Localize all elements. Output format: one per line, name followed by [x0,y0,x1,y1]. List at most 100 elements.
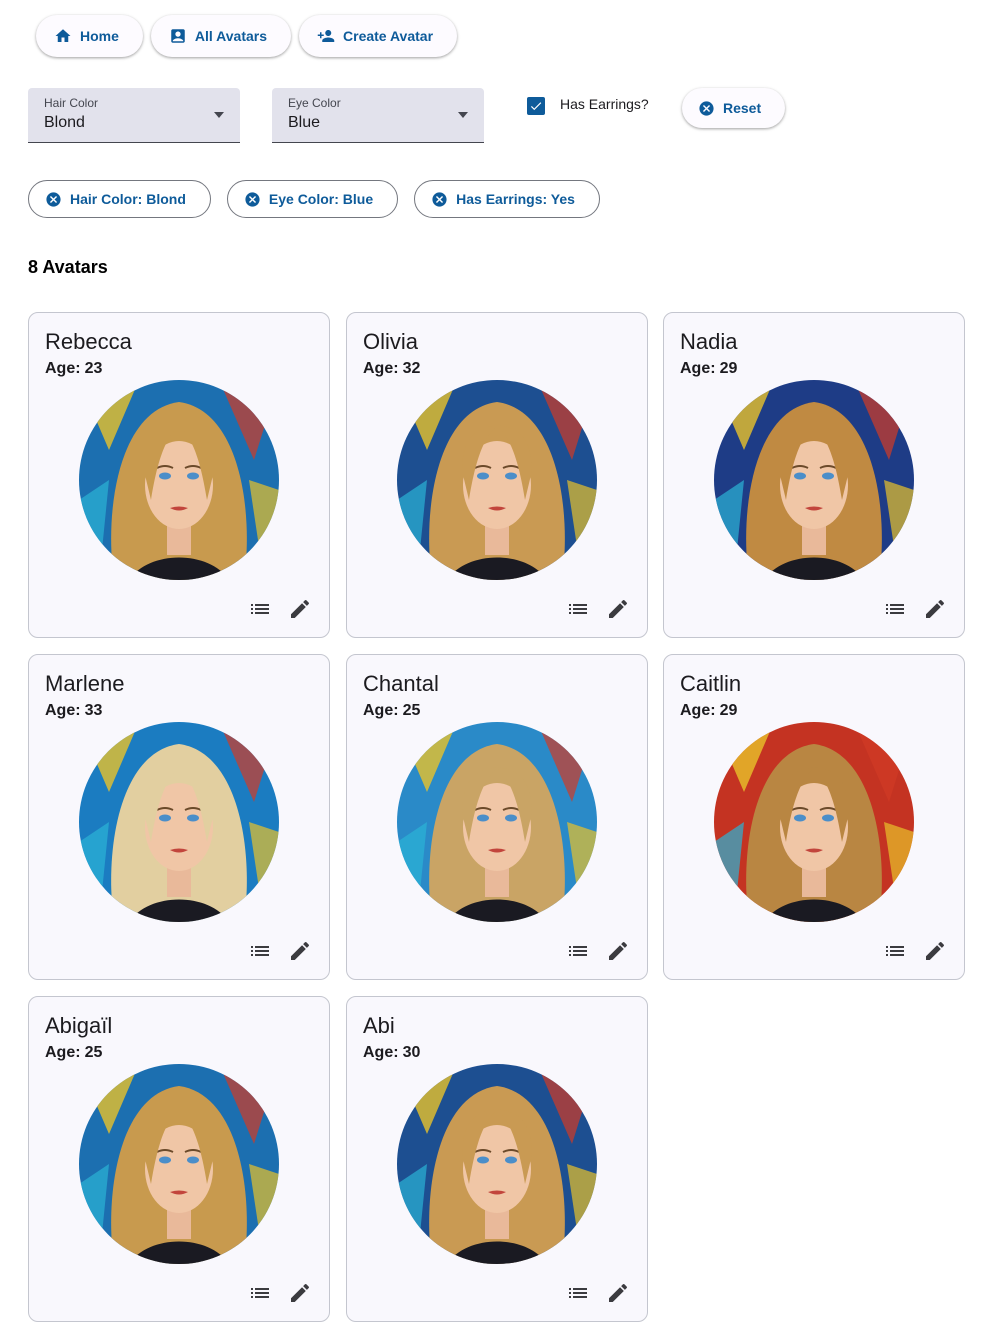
avatar-age: Age: 30 [363,1044,420,1062]
create-avatar-button[interactable]: Create Avatar [299,15,458,57]
avatar-card: Olivia Age: 32 [346,312,648,638]
details-list-icon[interactable] [566,1281,590,1305]
avatar-name: Abi [363,1013,395,1038]
edit-pencil-icon[interactable] [606,597,630,621]
avatar-card: Abi Age: 30 [346,996,648,1322]
age-prefix: Age: [45,702,81,719]
reset-button-label: Reset [723,100,762,116]
home-button[interactable]: Home [36,15,143,57]
age-value: 29 [719,702,738,719]
edit-pencil-icon[interactable] [606,1281,630,1305]
avatar-card: Marlene Age: 33 [28,654,330,980]
avatar-age: Age: 32 [363,360,420,378]
age-prefix: Age: [363,1044,399,1061]
details-list-icon[interactable] [248,939,272,963]
age-value: 23 [84,360,103,377]
has-earrings-checkbox[interactable] [527,97,545,115]
details-list-icon[interactable] [566,939,590,963]
avatar-age: Age: 29 [680,702,737,720]
hair-color-value: Blond [44,114,85,131]
avatar-age: Age: 25 [45,1044,102,1062]
eye-color-value: Blue [288,114,321,131]
avatar-image [397,1064,597,1264]
cancel-icon[interactable] [431,191,448,208]
avatar-image [714,380,914,580]
details-list-icon[interactable] [248,1281,272,1305]
avatar-image [714,722,914,922]
home-button-label: Home [80,28,119,44]
avatar-image [79,722,279,922]
chip-label: Eye Color: Blue [268,191,374,207]
eye-color-select[interactable]: Eye Color Blue [272,88,484,143]
avatar-age: Age: 29 [680,360,737,378]
chip-has-earrings[interactable]: Has Earrings: Yes [414,180,600,218]
details-list-icon[interactable] [248,597,272,621]
avatar-age: Age: 33 [45,702,102,720]
edit-pencil-icon[interactable] [288,1281,312,1305]
avatar-name: Rebecca [45,329,132,354]
avatar-age: Age: 25 [363,702,420,720]
chip-label: Hair Color: Blond [70,191,186,207]
edit-pencil-icon[interactable] [288,939,312,963]
edit-pencil-icon[interactable] [606,939,630,963]
person-card-icon [171,29,185,43]
details-list-icon[interactable] [566,597,590,621]
age-value: 32 [402,360,421,377]
age-value: 25 [402,702,421,719]
avatar-name: Marlene [45,671,125,696]
details-list-icon[interactable] [883,939,907,963]
avatar-image [397,380,597,580]
age-prefix: Age: [45,1044,81,1061]
age-value: 25 [84,1044,103,1061]
hair-color-label: Hair Color [44,96,99,110]
avatar-name: Abigaïl [45,1013,113,1038]
home-icon [55,29,71,42]
age-prefix: Age: [680,360,716,377]
cancel-icon [699,100,714,116]
all-avatars-button-label: All Avatars [194,28,268,44]
chip-hair-color[interactable]: Hair Color: Blond [28,180,211,218]
hair-color-select[interactable]: Hair Color Blond [28,88,240,143]
avatar-name: Nadia [680,329,738,354]
top-nav: Home All Avatars Create Avatar [36,15,458,57]
details-list-icon[interactable] [883,597,907,621]
age-prefix: Age: [45,360,81,377]
avatar-card: Nadia Age: 29 [663,312,965,638]
all-avatars-button[interactable]: All Avatars [150,15,292,57]
age-value: 29 [719,360,738,377]
avatar-card: Caitlin Age: 29 [663,654,965,980]
avatar-age: Age: 23 [45,360,102,378]
edit-pencil-icon[interactable] [288,597,312,621]
chip-eye-color[interactable]: Eye Color: Blue [226,180,399,218]
avatar-image [79,380,279,580]
avatar-name: Olivia [363,329,419,354]
avatar-count: 8 Avatars [28,257,108,277]
age-prefix: Age: [363,702,399,719]
dropdown-arrow-icon [456,110,470,120]
reset-button[interactable]: Reset [682,88,786,128]
age-value: 30 [402,1044,421,1061]
avatar-card: Rebecca Age: 23 [28,312,330,638]
avatar-name: Caitlin [680,671,742,696]
dropdown-arrow-icon [212,110,226,120]
edit-pencil-icon[interactable] [923,597,947,621]
avatar-image [79,1064,279,1264]
person-add-icon [317,30,335,42]
has-earrings-filter: Has Earrings? [527,96,649,115]
cancel-icon[interactable] [45,191,62,208]
has-earrings-label: Has Earrings? [560,96,649,112]
avatar-name: Chantal [363,671,439,696]
active-filter-chips: Hair Color: Blond Eye Color: Blue Has Ea… [28,180,600,218]
age-prefix: Age: [363,360,399,377]
avatar-image [397,722,597,922]
avatar-card: Chantal Age: 25 [346,654,648,980]
check-icon [530,102,542,111]
avatar-card: Abigaïl Age: 25 [28,996,330,1322]
age-prefix: Age: [680,702,716,719]
age-value: 33 [84,702,103,719]
create-avatar-button-label: Create Avatar [343,28,434,44]
eye-color-label: Eye Color [288,96,341,110]
cancel-icon[interactable] [244,191,261,208]
edit-pencil-icon[interactable] [923,939,947,963]
chip-label: Has Earrings: Yes [456,191,575,207]
